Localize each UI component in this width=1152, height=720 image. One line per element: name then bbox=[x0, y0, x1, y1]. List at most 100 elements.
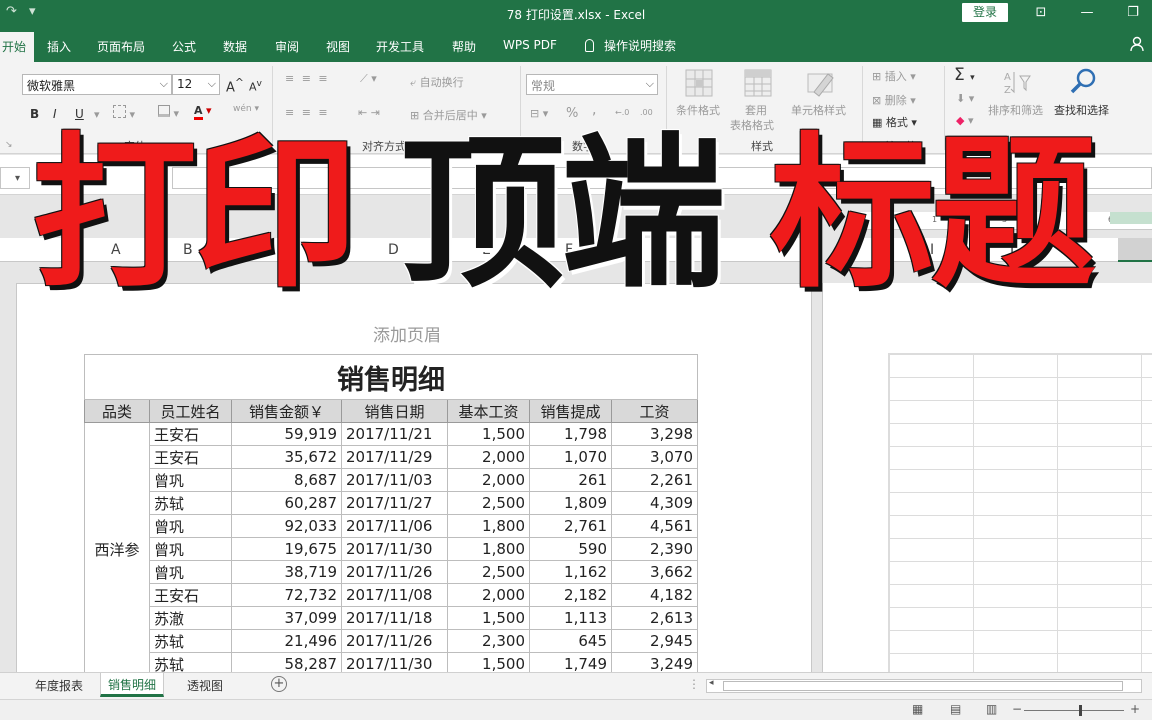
tab-data[interactable]: 数据 bbox=[223, 38, 247, 55]
clipboard-launcher-icon[interactable]: ↘ bbox=[5, 140, 13, 150]
employee-name-cell[interactable]: 王安石 bbox=[149, 445, 232, 469]
table-format-button-line2[interactable]: 表格格式 bbox=[730, 117, 774, 133]
category-cell[interactable]: 西洋参 bbox=[84, 422, 150, 676]
base-salary-cell[interactable]: 1,800 bbox=[447, 514, 530, 538]
salary-cell[interactable]: 2,613 bbox=[611, 606, 698, 630]
scroll-left-icon[interactable]: ◂ bbox=[709, 678, 714, 688]
commission-cell[interactable]: 2,182 bbox=[529, 583, 612, 607]
base-salary-cell[interactable]: 2,500 bbox=[447, 491, 530, 515]
font-size-box[interactable]: 12 ⌵ bbox=[172, 74, 220, 95]
fill-color-icon[interactable]: ▾ bbox=[158, 105, 179, 120]
header-cell[interactable]: 销售日期 bbox=[341, 399, 448, 423]
find-select-button[interactable]: 查找和选择 bbox=[1054, 102, 1109, 118]
base-salary-cell[interactable]: 2,000 bbox=[447, 445, 530, 469]
indent-icon[interactable]: ⇤ ⇥ bbox=[358, 106, 380, 119]
column-header-d[interactable]: D bbox=[388, 242, 399, 258]
commission-cell[interactable]: 645 bbox=[529, 629, 612, 653]
tell-me-search[interactable]: 操作说明搜索 bbox=[585, 37, 676, 54]
sales-amount-cell[interactable]: 72,732 bbox=[231, 583, 342, 607]
employee-name-cell[interactable]: 曾巩 bbox=[149, 537, 232, 561]
table-title[interactable]: 销售明细 bbox=[84, 354, 698, 400]
tab-page-layout[interactable]: 页面布局 bbox=[97, 38, 145, 55]
header-cell[interactable]: 品类 bbox=[84, 399, 150, 423]
column-header-i[interactable]: I bbox=[930, 242, 934, 258]
base-salary-cell[interactable]: 2,500 bbox=[447, 560, 530, 584]
sales-date-cell[interactable]: 2017/11/29 bbox=[341, 445, 448, 469]
column-header-a[interactable]: A bbox=[111, 242, 121, 258]
tab-formulas[interactable]: 公式 bbox=[172, 38, 196, 55]
grow-font-button[interactable]: A^ bbox=[226, 76, 244, 95]
tab-split-handle[interactable]: ⋮ bbox=[688, 677, 700, 691]
login-button[interactable]: 登录 bbox=[962, 3, 1008, 22]
salary-cell[interactable]: 3,070 bbox=[611, 445, 698, 469]
header-cell[interactable]: 销售金额￥ bbox=[231, 399, 342, 423]
formula-input[interactable] bbox=[172, 167, 1152, 189]
base-salary-cell[interactable]: 2,300 bbox=[447, 629, 530, 653]
commission-cell[interactable]: 1,162 bbox=[529, 560, 612, 584]
sales-date-cell[interactable]: 2017/11/26 bbox=[341, 560, 448, 584]
commission-cell[interactable]: 1,809 bbox=[529, 491, 612, 515]
base-salary-cell[interactable]: 1,500 bbox=[447, 422, 530, 446]
salary-cell[interactable]: 2,261 bbox=[611, 468, 698, 492]
commission-cell[interactable]: 1,798 bbox=[529, 422, 612, 446]
sales-amount-cell[interactable]: 60,287 bbox=[231, 491, 342, 515]
salary-cell[interactable]: 2,390 bbox=[611, 537, 698, 561]
format-cells-button[interactable]: ▦ 格式 ▾ bbox=[872, 114, 917, 130]
salary-cell[interactable]: 2,945 bbox=[611, 629, 698, 653]
base-salary-cell[interactable]: 2,000 bbox=[447, 583, 530, 607]
header-cell[interactable]: 员工姓名 bbox=[149, 399, 232, 423]
table-format-button[interactable]: 套用 bbox=[745, 102, 767, 118]
number-format-box[interactable]: 常规 ⌵ bbox=[526, 74, 658, 95]
header-cell[interactable]: 工资 bbox=[611, 399, 698, 423]
percent-button[interactable]: % bbox=[566, 106, 578, 121]
base-salary-cell[interactable]: 1,800 bbox=[447, 537, 530, 561]
sales-date-cell[interactable]: 2017/11/30 bbox=[341, 537, 448, 561]
zoom-slider[interactable] bbox=[1024, 710, 1124, 711]
sales-date-cell[interactable]: 2017/11/03 bbox=[341, 468, 448, 492]
font-name-box[interactable]: 微软雅黑 ⌵ bbox=[22, 74, 172, 95]
salary-cell[interactable]: 4,182 bbox=[611, 583, 698, 607]
sales-amount-cell[interactable]: 21,496 bbox=[231, 629, 342, 653]
delete-cells-button[interactable]: ⊠ 删除 ▾ bbox=[872, 92, 916, 108]
minimize-button[interactable]: — bbox=[1076, 3, 1098, 23]
zoom-in-button[interactable]: + bbox=[1130, 702, 1140, 716]
salary-cell[interactable]: 4,309 bbox=[611, 491, 698, 515]
conditional-format-button[interactable]: 条件格式 bbox=[676, 102, 720, 118]
employee-name-cell[interactable]: 曾巩 bbox=[149, 514, 232, 538]
base-salary-cell[interactable]: 2,000 bbox=[447, 468, 530, 492]
sales-date-cell[interactable]: 2017/11/21 bbox=[341, 422, 448, 446]
sales-date-cell[interactable]: 2017/11/18 bbox=[341, 606, 448, 630]
employee-name-cell[interactable]: 王安石 bbox=[149, 583, 232, 607]
sales-amount-cell[interactable]: 92,033 bbox=[231, 514, 342, 538]
italic-button[interactable]: I bbox=[53, 107, 57, 121]
tab-home[interactable]: 开始 bbox=[0, 32, 35, 62]
salary-cell[interactable]: 3,662 bbox=[611, 560, 698, 584]
sales-date-cell[interactable]: 2017/11/06 bbox=[341, 514, 448, 538]
employee-name-cell[interactable]: 曾巩 bbox=[149, 560, 232, 584]
base-salary-cell[interactable]: 1,500 bbox=[447, 606, 530, 630]
tab-help[interactable]: 帮助 bbox=[452, 38, 476, 55]
font-color-icon[interactable]: A ▾ bbox=[194, 104, 212, 120]
left-align-icon[interactable]: ≡ ≡ ≡ bbox=[285, 106, 330, 119]
commission-cell[interactable]: 2,761 bbox=[529, 514, 612, 538]
tab-insert[interactable]: 插入 bbox=[47, 38, 71, 55]
zoom-slider-knob[interactable] bbox=[1079, 705, 1082, 716]
increase-decimal-icon[interactable]: ←.0 bbox=[615, 108, 629, 117]
restore-button[interactable]: ❐ bbox=[1122, 3, 1144, 23]
employee-name-cell[interactable]: 苏轼 bbox=[149, 629, 232, 653]
underline-button[interactable]: U bbox=[75, 107, 84, 121]
sheet-tab-sales-detail[interactable]: 销售明细 bbox=[100, 673, 165, 697]
page-break-view-icon[interactable]: ▥ bbox=[986, 702, 997, 716]
underline-dropdown-icon[interactable]: ▾ bbox=[94, 108, 100, 121]
commission-cell[interactable]: 261 bbox=[529, 468, 612, 492]
column-header-f[interactable]: F bbox=[565, 242, 573, 258]
cell-styles-button[interactable]: 单元格样式 bbox=[791, 102, 846, 118]
employee-name-cell[interactable]: 王安石 bbox=[149, 422, 232, 446]
wrap-text-button[interactable]: ⤶ 自动换行 bbox=[410, 74, 464, 90]
header-cell[interactable]: 基本工资 bbox=[447, 399, 530, 423]
selected-column-header[interactable] bbox=[1118, 238, 1152, 262]
sales-date-cell[interactable]: 2017/11/27 bbox=[341, 491, 448, 515]
empty-cell-grid[interactable] bbox=[888, 353, 1152, 673]
sales-amount-cell[interactable]: 8,687 bbox=[231, 468, 342, 492]
comma-button[interactable]: , bbox=[592, 102, 596, 118]
